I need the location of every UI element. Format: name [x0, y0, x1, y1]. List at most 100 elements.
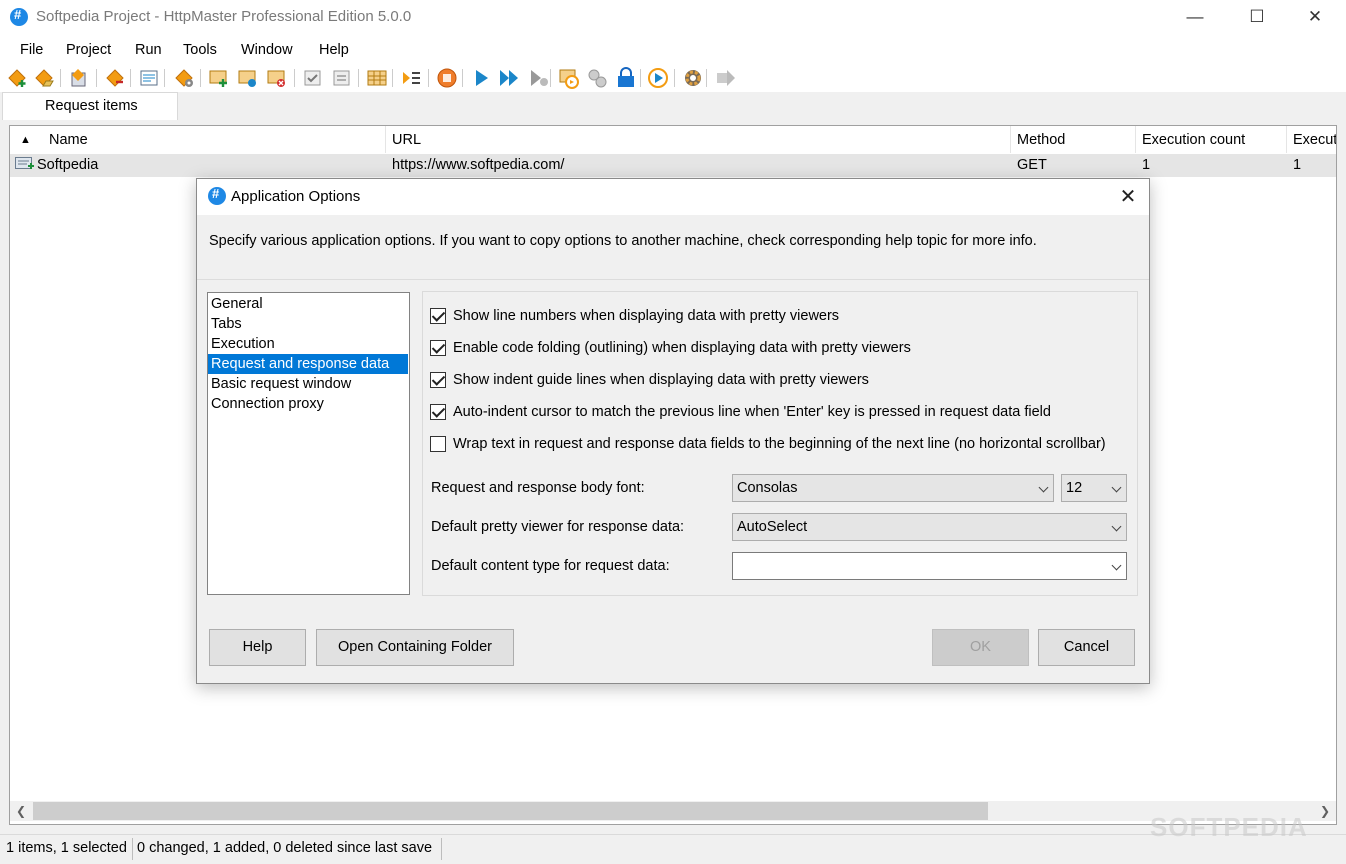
forward-icon[interactable] — [715, 67, 737, 89]
column-header-name[interactable]: ▲ Name — [10, 126, 386, 153]
cell-url: https://www.softpedia.com/ — [392, 157, 565, 173]
toolbar-separator — [164, 69, 165, 87]
category-general[interactable]: General — [208, 294, 408, 314]
checkbox-wrap-text[interactable] — [430, 436, 446, 452]
scrollbar-thumb[interactable] — [33, 802, 988, 820]
chevron-down-icon — [1038, 482, 1049, 493]
dialog-title: Application Options — [231, 188, 361, 205]
checkbox-code-folding[interactable] — [430, 340, 446, 356]
open-project-icon[interactable] — [33, 67, 55, 89]
window-title: Softpedia Project - HttpMaster Professio… — [36, 8, 412, 25]
minimize-button[interactable]: — — [1172, 0, 1218, 34]
content-type-select[interactable] — [732, 552, 1127, 580]
column-header-execution-count[interactable]: Execution count — [1136, 126, 1287, 153]
settings-icon[interactable] — [682, 67, 704, 89]
sort-ascending-icon: ▲ — [20, 134, 31, 146]
toolbar-separator — [130, 69, 131, 87]
menu-tools[interactable]: Tools — [183, 42, 217, 58]
delete-request-icon[interactable] — [266, 67, 288, 89]
record-icon[interactable] — [647, 67, 669, 89]
export-icon[interactable] — [104, 67, 126, 89]
status-divider — [132, 838, 133, 860]
toolbar-separator — [674, 69, 675, 87]
cell-method: GET — [1017, 157, 1047, 173]
run-to-icon[interactable] — [527, 67, 549, 89]
label-line-numbers: Show line numbers when displaying data w… — [453, 308, 840, 324]
checkbox-auto-indent[interactable] — [430, 404, 446, 420]
ok-button[interactable]: OK — [932, 629, 1029, 666]
label-code-folding: Enable code folding (outlining) when dis… — [453, 340, 911, 356]
label-content-type: Default content type for request data: — [431, 558, 670, 574]
category-request-response-data[interactable]: Request and response data — [208, 354, 408, 374]
chevron-down-icon — [1111, 560, 1122, 571]
label-body-font: Request and response body font: — [431, 480, 645, 496]
toolbar-separator — [96, 69, 97, 87]
toolbar-separator — [392, 69, 393, 87]
checkbox-line-numbers[interactable] — [430, 308, 446, 324]
toolbar-separator — [706, 69, 707, 87]
label-indent-guides: Show indent guide lines when displaying … — [453, 372, 869, 388]
add-project-icon[interactable] — [6, 67, 28, 89]
dialog-close-icon[interactable]: ✕ — [1114, 183, 1142, 211]
app-icon — [10, 7, 28, 26]
stop-icon[interactable] — [436, 67, 458, 89]
menu-file[interactable]: File — [20, 42, 43, 58]
pretty-viewer-select[interactable]: AutoSelect — [732, 513, 1127, 541]
add-request-icon[interactable] — [208, 67, 230, 89]
watermark: SOFTPEDIA — [1150, 812, 1308, 842]
project-settings-icon[interactable] — [173, 67, 195, 89]
run-icon[interactable] — [470, 67, 492, 89]
open-containing-folder-button[interactable]: Open Containing Folder — [316, 629, 514, 666]
import-icon[interactable] — [138, 67, 160, 89]
column-header-execution-2[interactable]: Execut — [1287, 126, 1336, 153]
toolbar-separator — [462, 69, 463, 87]
cell-name: Softpedia — [37, 157, 99, 173]
toolbar-separator — [428, 69, 429, 87]
link-icon[interactable] — [586, 67, 608, 89]
chevron-down-icon — [1111, 482, 1122, 493]
tab-request-items[interactable]: Request items — [2, 92, 178, 120]
body-font-size-select[interactable]: 12 — [1061, 474, 1127, 502]
menu-help[interactable]: Help — [319, 42, 349, 58]
category-connection-proxy[interactable]: Connection proxy — [208, 394, 408, 414]
cell-execution-2: 1 — [1293, 157, 1302, 173]
status-selection: 1 items, 1 selected — [6, 840, 127, 856]
maximize-button[interactable]: ☐ — [1234, 0, 1280, 34]
scroll-right-icon[interactable]: ❯ — [1316, 802, 1334, 820]
close-button[interactable]: ✕ — [1292, 0, 1338, 34]
status-divider — [441, 838, 442, 860]
help-button[interactable]: Help — [209, 629, 306, 666]
category-execution[interactable]: Execution — [208, 334, 408, 354]
toolbar-separator — [358, 69, 359, 87]
lock-icon[interactable] — [615, 67, 637, 89]
tab-label: Request items — [45, 98, 138, 114]
uncheck-icon[interactable] — [331, 67, 353, 89]
menu-window[interactable]: Window — [241, 42, 293, 58]
label-auto-indent: Auto-indent cursor to match the previous… — [453, 404, 1051, 420]
toolbar-separator — [640, 69, 641, 87]
column-header-method[interactable]: Method — [1011, 126, 1136, 153]
category-tabs[interactable]: Tabs — [208, 314, 408, 334]
cancel-button[interactable]: Cancel — [1038, 629, 1135, 666]
check-icon[interactable] — [302, 67, 324, 89]
label-pretty-viewer: Default pretty viewer for response data: — [431, 519, 685, 535]
menu-run[interactable]: Run — [135, 42, 162, 58]
column-header-url[interactable]: URL — [386, 126, 1011, 153]
run-all-icon[interactable] — [498, 67, 520, 89]
edit-request-icon[interactable] — [237, 67, 259, 89]
dialog-description: Specify various application options. If … — [209, 233, 1037, 249]
play-list-icon[interactable] — [400, 67, 422, 89]
toolbar-separator — [60, 69, 61, 87]
table-row[interactable] — [10, 154, 1336, 177]
dialog-app-icon — [208, 186, 226, 205]
checkbox-indent-guides[interactable] — [430, 372, 446, 388]
body-font-select[interactable]: Consolas — [732, 474, 1054, 502]
run-schedule-icon[interactable] — [558, 67, 580, 89]
cell-execution-count: 1 — [1142, 157, 1151, 173]
save-project-icon[interactable] — [68, 67, 90, 89]
category-basic-request-window[interactable]: Basic request window — [208, 374, 408, 394]
toolbar-separator — [550, 69, 551, 87]
menu-project[interactable]: Project — [66, 42, 111, 58]
grid-icon[interactable] — [366, 67, 388, 89]
scroll-left-icon[interactable]: ❮ — [12, 802, 30, 820]
